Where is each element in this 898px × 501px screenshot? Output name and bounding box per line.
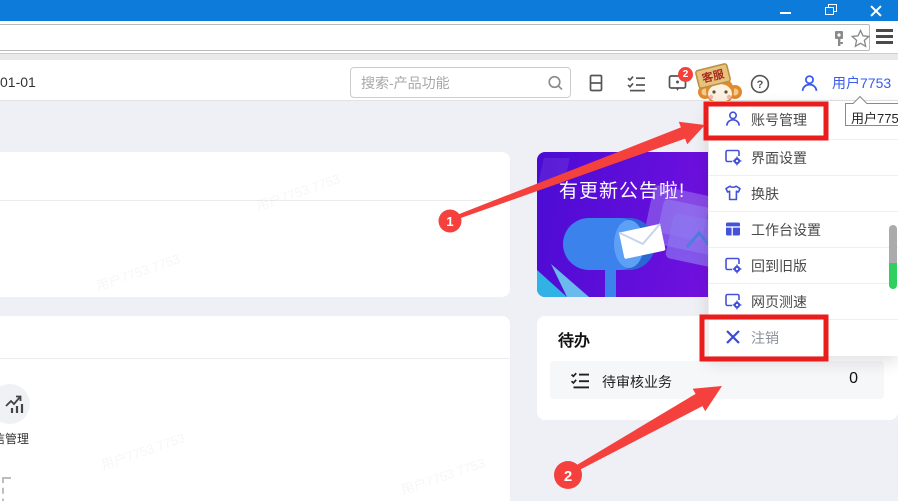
date-text: 01-01 — [0, 74, 36, 90]
todo-item-label: 待审核业务 — [602, 374, 672, 390]
chart-trend-icon — [5, 395, 24, 413]
search-input[interactable] — [361, 69, 536, 96]
task-list-icon[interactable] — [626, 74, 646, 92]
todo-title: 待办 — [558, 333, 591, 350]
left-bottom-card: 用户7753 7753 用户7753 7753 — [0, 316, 510, 501]
menu-item-change-skin[interactable]: 换肤 — [709, 175, 898, 211]
browser-addressbar-row — [0, 21, 898, 54]
window-gear-icon — [725, 149, 742, 166]
browser-titlebar — [0, 0, 898, 21]
minimize-button[interactable] — [779, 4, 793, 16]
dashed-placeholder — [2, 477, 11, 501]
help-glyph: ? — [757, 79, 764, 91]
left-top-card: 用户7753 7753 用户7753 7753 — [0, 152, 510, 297]
window-gear-icon — [725, 293, 742, 310]
card-divider — [0, 200, 510, 201]
close-x-icon — [726, 330, 740, 344]
watermark: 用户7753 7753 — [398, 452, 487, 498]
url-input[interactable] — [0, 24, 870, 51]
restore-button[interactable] — [825, 4, 839, 16]
username-tooltip: 用户7753 — [845, 95, 898, 126]
search-icon[interactable] — [547, 75, 564, 92]
watermark: 用户7753 7753 — [98, 427, 187, 473]
card-divider — [0, 358, 510, 359]
username-link[interactable]: 用户7753 — [832, 73, 891, 93]
help-icon[interactable]: ? — [750, 74, 770, 94]
workbench-card-icon[interactable] — [587, 74, 605, 92]
message-icon[interactable]: 2 — [668, 67, 693, 94]
close-button[interactable] — [869, 4, 883, 18]
user-icon — [726, 111, 740, 126]
tooltip-text: 用户7753 — [851, 111, 898, 126]
tshirt-icon — [725, 185, 741, 201]
app-window: 01-01 2 — [0, 0, 898, 501]
menu-scrollbar[interactable] — [889, 225, 897, 289]
app-header: 01-01 2 — [0, 60, 898, 105]
customer-service-mascot[interactable]: 客服 — [691, 62, 743, 106]
menu-item-logout[interactable]: 注销 — [709, 319, 898, 355]
watermark: 用户7753 7753 — [253, 168, 342, 214]
workbench-icon — [726, 222, 740, 236]
user-dropdown-menu: 账号管理 界面设置 换肤 工作台设置 回到旧版 网页测速 注销 — [708, 101, 898, 356]
todo-list-item[interactable]: 待审核业务 0 — [550, 361, 884, 399]
todo-item-count: 0 — [849, 370, 858, 387]
user-avatar-icon[interactable] — [800, 74, 819, 93]
app-shortcut-label[interactable]: 信管理 — [0, 430, 29, 447]
watermark: 用户7753 7753 — [93, 248, 182, 294]
menu-item-speed-test[interactable]: 网页测速 — [709, 283, 898, 319]
menu-item-workbench-settings[interactable]: 工作台设置 — [709, 211, 898, 247]
key-icon[interactable] — [832, 30, 846, 47]
browser-menu-icon[interactable] — [876, 29, 893, 45]
search-box[interactable] — [350, 67, 571, 98]
scrollbar-thumb-green — [889, 263, 897, 289]
window-gear-icon — [725, 257, 742, 274]
menu-item-back-to-old-version[interactable]: 回到旧版 — [709, 247, 898, 283]
scrollbar-track — [889, 225, 897, 263]
pending-review-icon — [570, 372, 589, 389]
menu-item-interface-settings[interactable]: 界面设置 — [709, 139, 898, 175]
bookmark-star-icon[interactable] — [851, 29, 870, 48]
